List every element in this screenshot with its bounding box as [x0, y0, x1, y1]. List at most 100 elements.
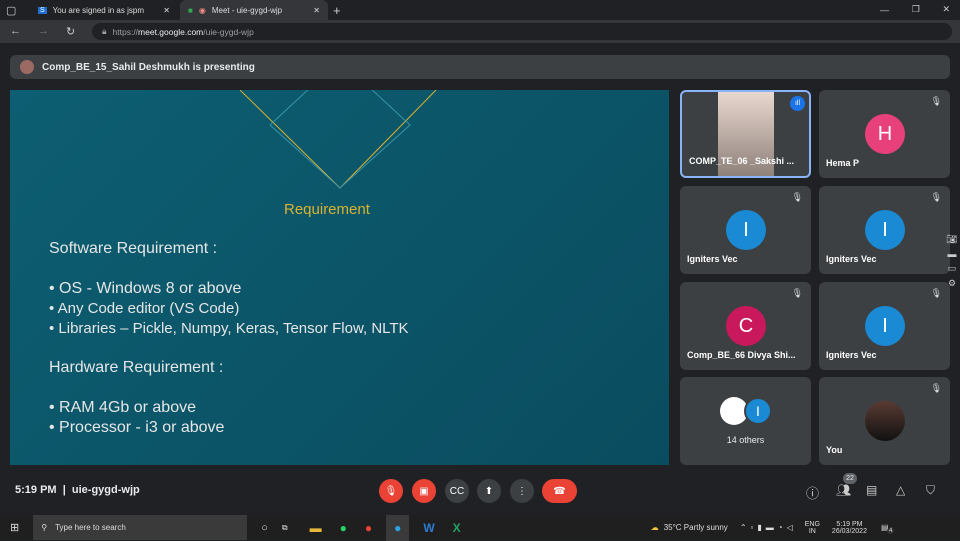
notification-count: 4	[886, 528, 895, 534]
mic-off-icon: 🎙︎	[930, 192, 942, 202]
mic-off-button[interactable]: 🎙︎	[379, 479, 403, 503]
activities-icon[interactable]: △	[896, 483, 905, 497]
minimize-icon[interactable]: —	[880, 5, 889, 15]
gallery-icon[interactable]: ▭	[948, 263, 957, 274]
whatsapp-icon[interactable]: ●	[340, 521, 347, 535]
participant-tile[interactable]: 🎙︎ C Comp_BE_66 Divya Shi...	[680, 282, 811, 370]
more-options-button[interactable]: ⋮	[510, 479, 534, 503]
captions-button[interactable]: CC	[445, 479, 469, 503]
chrome-icon[interactable]: ●	[365, 521, 372, 535]
slide-title: Requirement	[284, 201, 370, 218]
url-host: meet.google.com	[138, 26, 204, 37]
close-icon[interactable]: ✕	[313, 6, 320, 15]
windows-taskbar: ⊞ ⚲ Type here to search ○ ⧉ ▬ ● ● ● W X ☁…	[0, 514, 960, 541]
language-label[interactable]: ENG	[805, 521, 820, 528]
participant-name: Igniters Vec	[826, 350, 877, 360]
search-icon: ⚲	[41, 523, 48, 532]
participant-tile[interactable]: 🎙︎ H Hema P	[819, 90, 950, 178]
participant-name: You	[826, 445, 843, 455]
tab-label: You are signed in as jspm	[52, 5, 144, 15]
weather-text[interactable]: 35°C Partly sunny	[664, 523, 728, 532]
info-icon[interactable]: ⓘ	[806, 483, 819, 502]
software-item: • OS - Windows 8 or above	[49, 280, 242, 297]
software-item: • Libraries – Pickle, Numpy, Keras, Tens…	[49, 320, 409, 337]
close-icon[interactable]: ✕	[163, 6, 170, 15]
self-tile[interactable]: 🎙︎ You	[819, 377, 950, 465]
tab-meet[interactable]: ■ ◉ Meet - uie-gygd-wjp ✕	[180, 0, 328, 20]
file-explorer-icon[interactable]: ▬	[310, 521, 322, 535]
participant-tile[interactable]: 🎙︎ I Igniters Vec	[819, 282, 950, 370]
hardware-item: • Processor - i3 or above	[49, 419, 225, 436]
others-tile[interactable]: I 14 others	[680, 377, 811, 465]
participant-name: Hema P	[826, 158, 860, 168]
cortana-icon[interactable]: ○	[261, 522, 268, 534]
lock-icon: 🔒︎	[102, 26, 107, 36]
chat-icon[interactable]: ▤	[866, 483, 877, 497]
presenting-text: Comp_BE_15_Sahil Deshmukh is presenting	[42, 61, 255, 73]
forward-icon[interactable]: →	[38, 25, 49, 37]
mic-off-icon: 🎙︎	[791, 192, 803, 202]
tab-jspm[interactable]: S You are signed in as jspm ✕	[30, 0, 178, 20]
extension-sidebar: 📷︎ ▬ ▭ ⚙	[944, 234, 960, 289]
camera-off-button[interactable]: ▣	[412, 479, 436, 503]
windows-start-icon[interactable]: ⊞	[10, 521, 19, 534]
site-icon: S	[38, 6, 47, 14]
meeting-code: uie-gygd-wjp	[71, 484, 140, 496]
maximize-icon[interactable]: ❐	[912, 4, 920, 15]
present-button[interactable]: ⬆	[477, 479, 501, 503]
host-controls-icon[interactable]: ⛉	[926, 483, 935, 498]
region-label: IN	[808, 527, 816, 535]
new-tab-button[interactable]: +	[333, 3, 341, 18]
close-window-icon[interactable]: ✕	[942, 4, 950, 15]
taskbar-search[interactable]: ⚲ Type here to search	[33, 515, 248, 540]
tab-label: Meet - uie-gygd-wjp	[211, 5, 283, 15]
participant-avatar: I	[726, 210, 766, 250]
tab-actions-icon[interactable]: ▢	[6, 4, 16, 17]
notifications-icon[interactable]: ▤ 4	[881, 523, 895, 534]
presentation-slide: Requirement Software Requirement : • OS …	[10, 90, 669, 465]
presenter-avatar	[20, 60, 34, 74]
back-icon[interactable]: ←	[10, 25, 21, 37]
url-path: /uie-gygd-wjp	[203, 26, 254, 37]
presenting-banner: Comp_BE_15_Sahil Deshmukh is presenting	[10, 55, 950, 79]
edge-icon[interactable]: ●	[386, 514, 410, 541]
participant-tile[interactable]: 🎙︎ I Igniters Vec	[680, 186, 811, 274]
participant-avatar: I	[744, 397, 772, 425]
speaking-icon: ıll	[790, 96, 805, 111]
software-item: • Any Code editor (VS Code)	[49, 300, 240, 317]
slide-decoration	[240, 90, 437, 189]
settings-icon[interactable]: ⚙	[948, 278, 956, 289]
participant-name: Igniters Vec	[687, 254, 738, 264]
others-count: 14 others	[726, 435, 765, 445]
recording-icon: ◉	[198, 5, 206, 15]
leave-call-button[interactable]: ☎	[542, 479, 577, 503]
clock-date: 26/03/2022	[831, 527, 867, 535]
hardware-heading: Hardware Requirement :	[49, 359, 224, 376]
camera-icon[interactable]: 📷︎	[946, 234, 957, 245]
software-heading: Software Requirement :	[49, 240, 218, 257]
mic-off-icon: 🎙︎	[791, 288, 803, 298]
participant-avatar: I	[865, 210, 905, 250]
reload-icon[interactable]: ↻	[66, 25, 75, 38]
search-placeholder: Type here to search	[55, 523, 126, 532]
tab-bar: ▢ S You are signed in as jspm ✕ ■ ◉ Meet - u…	[0, 0, 960, 20]
video-icon[interactable]: ▬	[948, 249, 957, 259]
excel-icon[interactable]: X	[453, 521, 461, 535]
participant-avatar: H	[865, 114, 905, 154]
hardware-item: • RAM 4Gb or above	[49, 399, 196, 416]
task-view-icon[interactable]: ⧉	[282, 523, 288, 533]
url-bar[interactable]: 🔒︎ https://meet.google.com/uie-gygd-wjp	[92, 23, 952, 40]
clock-time[interactable]: 5:19 PM	[832, 521, 867, 528]
people-icon[interactable]: 👥︎	[836, 483, 851, 497]
participant-avatar: C	[726, 306, 766, 346]
meeting-time: 5:19 PM	[15, 484, 57, 496]
system-tray-icons[interactable]: ⌃▫▮▬◔◁	[740, 523, 797, 532]
window-controls[interactable]: — ❐ ✕	[880, 4, 950, 15]
mic-off-icon: 🎙︎	[930, 96, 942, 106]
mic-off-icon: 🎙︎	[930, 288, 942, 298]
participant-avatar: I	[865, 306, 905, 346]
participant-tile[interactable]: ıll COMP_TE_06 _Sakshi ...	[680, 90, 811, 178]
meet-icon: ■	[188, 5, 193, 15]
participant-tile[interactable]: 🎙︎ I Igniters Vec	[819, 186, 950, 274]
word-icon[interactable]: W	[423, 521, 434, 535]
